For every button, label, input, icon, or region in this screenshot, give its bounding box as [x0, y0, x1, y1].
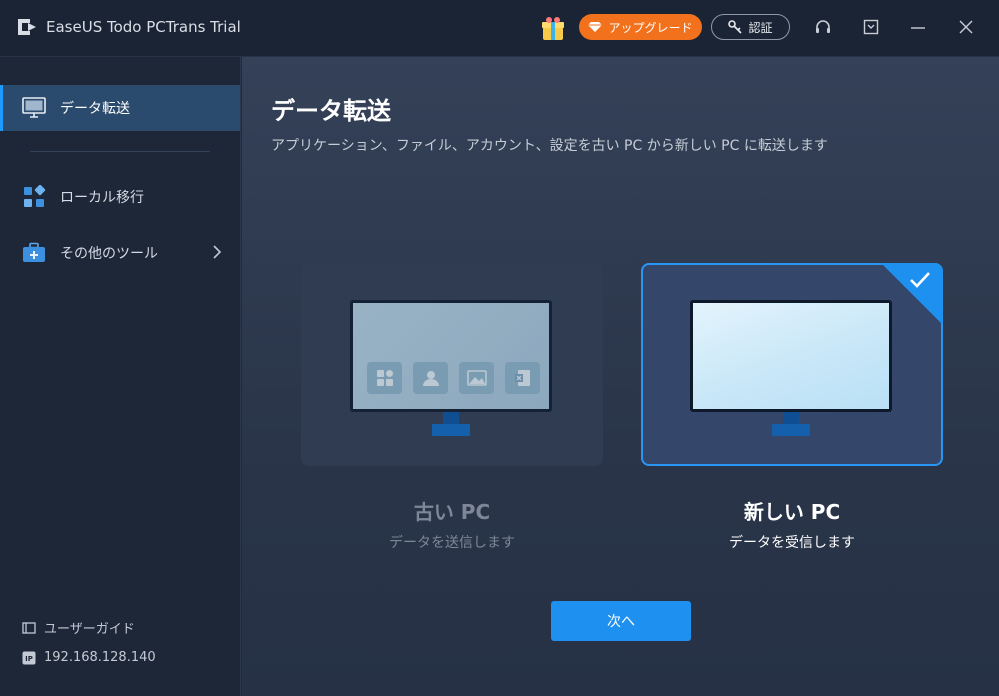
old-pc-title: 古い PC [413, 500, 491, 524]
old-pc-description: データを送信します [389, 535, 515, 551]
book-icon [22, 621, 36, 634]
monitor-icon [22, 97, 46, 118]
image-icon [459, 362, 494, 394]
upgrade-label: アップグレード [608, 20, 693, 35]
main-panel: データ転送 アプリケーション、ファイル、アカウント、設定を古い PC から新しい… [242, 57, 999, 696]
sidebar-item-other-tools[interactable]: その他のツール [0, 230, 240, 276]
sidebar-item-label: その他のツール [60, 246, 158, 262]
user-account-icon [413, 362, 448, 394]
dropdown-menu-icon[interactable] [860, 16, 882, 38]
old-pc-card[interactable] [301, 263, 603, 466]
headset-icon[interactable] [812, 16, 834, 38]
key-icon [728, 20, 743, 34]
auth-label: 認証 [748, 20, 773, 35]
new-pc-description: データを受信します [729, 535, 855, 551]
ip-icon: IP [22, 651, 36, 664]
page-subtitle: アプリケーション、ファイル、アカウント、設定を古い PC から新しい PC に転… [271, 138, 828, 154]
upgrade-button[interactable]: アップグレード [579, 14, 702, 40]
sidebar-item-data-transfer[interactable]: データ転送 [0, 85, 240, 131]
checkmark-icon [910, 272, 930, 288]
apps-icon [367, 362, 402, 394]
page-title: データ転送 [271, 97, 391, 125]
sidebar-item-local-migration[interactable]: ローカル移行 [0, 174, 240, 220]
toolbox-icon [23, 242, 45, 262]
minimize-icon[interactable] [907, 16, 929, 38]
sidebar: データ転送 ローカル移行 その他のツール ユーザーガイド IP 192.168.… [0, 57, 241, 696]
sidebar-divider [30, 151, 210, 152]
sidebar-item-label: データ転送 [60, 101, 130, 117]
auth-button[interactable]: 認証 [711, 14, 790, 40]
gift-icon[interactable] [538, 13, 568, 43]
app-logo-icon [18, 19, 36, 35]
diamond-icon [588, 22, 603, 32]
new-pc-monitor-illustration [690, 300, 892, 412]
document-icon [505, 362, 540, 394]
old-pc-monitor-illustration [350, 300, 552, 412]
sidebar-item-label: ローカル移行 [60, 190, 144, 206]
chevron-right-icon [213, 245, 222, 259]
monitor-stand [772, 412, 810, 438]
user-guide-link[interactable]: ユーザーガイド [22, 618, 135, 637]
title-bar: EaseUS Todo PCTrans Trial アップグレード 認証 [0, 0, 999, 57]
svg-text:IP: IP [25, 655, 33, 663]
app-title: EaseUS Todo PCTrans Trial [46, 18, 241, 36]
new-pc-card[interactable] [641, 263, 943, 466]
ip-label: 192.168.128.140 [44, 650, 156, 665]
user-guide-label: ユーザーガイド [44, 622, 135, 637]
ip-address: IP 192.168.128.140 [22, 650, 156, 665]
apps-grid-icon [24, 185, 46, 207]
next-button[interactable]: 次へ [551, 601, 691, 641]
close-icon[interactable] [955, 16, 977, 38]
monitor-stand [432, 412, 470, 438]
new-pc-title: 新しい PC [743, 500, 841, 524]
